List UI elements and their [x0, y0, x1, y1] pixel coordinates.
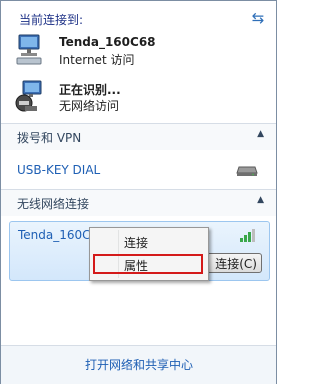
connection-item-identifying: 正在识别... 无网络访问 — [15, 79, 265, 115]
dialup-modem-icon — [236, 166, 258, 176]
section-dialup-vpn[interactable]: 拨号和 VPN ▲ — [1, 123, 276, 150]
section-wireless[interactable]: 无线网络连接 ▲ — [1, 189, 276, 216]
unidentified-network-icon — [15, 80, 42, 112]
signal-strength-icon — [240, 229, 255, 242]
open-network-center-link[interactable]: 打开网络和共享中心 — [85, 356, 193, 373]
connection-status: Internet 访问 — [59, 53, 135, 67]
menu-item-connect[interactable]: 连接 — [124, 234, 148, 251]
chevron-up-icon: ▲ — [257, 195, 264, 205]
section-label: 无线网络连接 — [17, 197, 90, 211]
menu-item-properties[interactable]: 属性 — [124, 257, 148, 274]
connection-name: 正在识别... — [59, 83, 121, 97]
refresh-icon[interactable]: ⇆ — [249, 9, 267, 27]
connect-button[interactable]: 连接(C) — [206, 253, 262, 273]
connection-item-tenda: Tenda_160C68 Internet 访问 — [15, 33, 265, 69]
context-menu: 连接 属性 — [89, 227, 209, 281]
vpn-item-usb-key-dial[interactable]: USB-KEY DIAL — [17, 163, 100, 177]
chevron-up-icon: ▲ — [257, 129, 264, 139]
section-label: 拨号和 VPN — [17, 131, 82, 145]
header-title: 当前连接到: — [19, 13, 84, 27]
connection-name: Tenda_160C68 — [59, 35, 156, 49]
wifi-network-name: Tenda_160C — [18, 228, 91, 242]
footer-bar: 打开网络和共享中心 — [1, 345, 276, 384]
network-computer-icon — [16, 34, 42, 65]
network-flyout: 当前连接到: ⇆ Tenda_160C68 Internet 访问 正在识别..… — [0, 0, 277, 384]
connection-status: 无网络访问 — [59, 99, 120, 113]
